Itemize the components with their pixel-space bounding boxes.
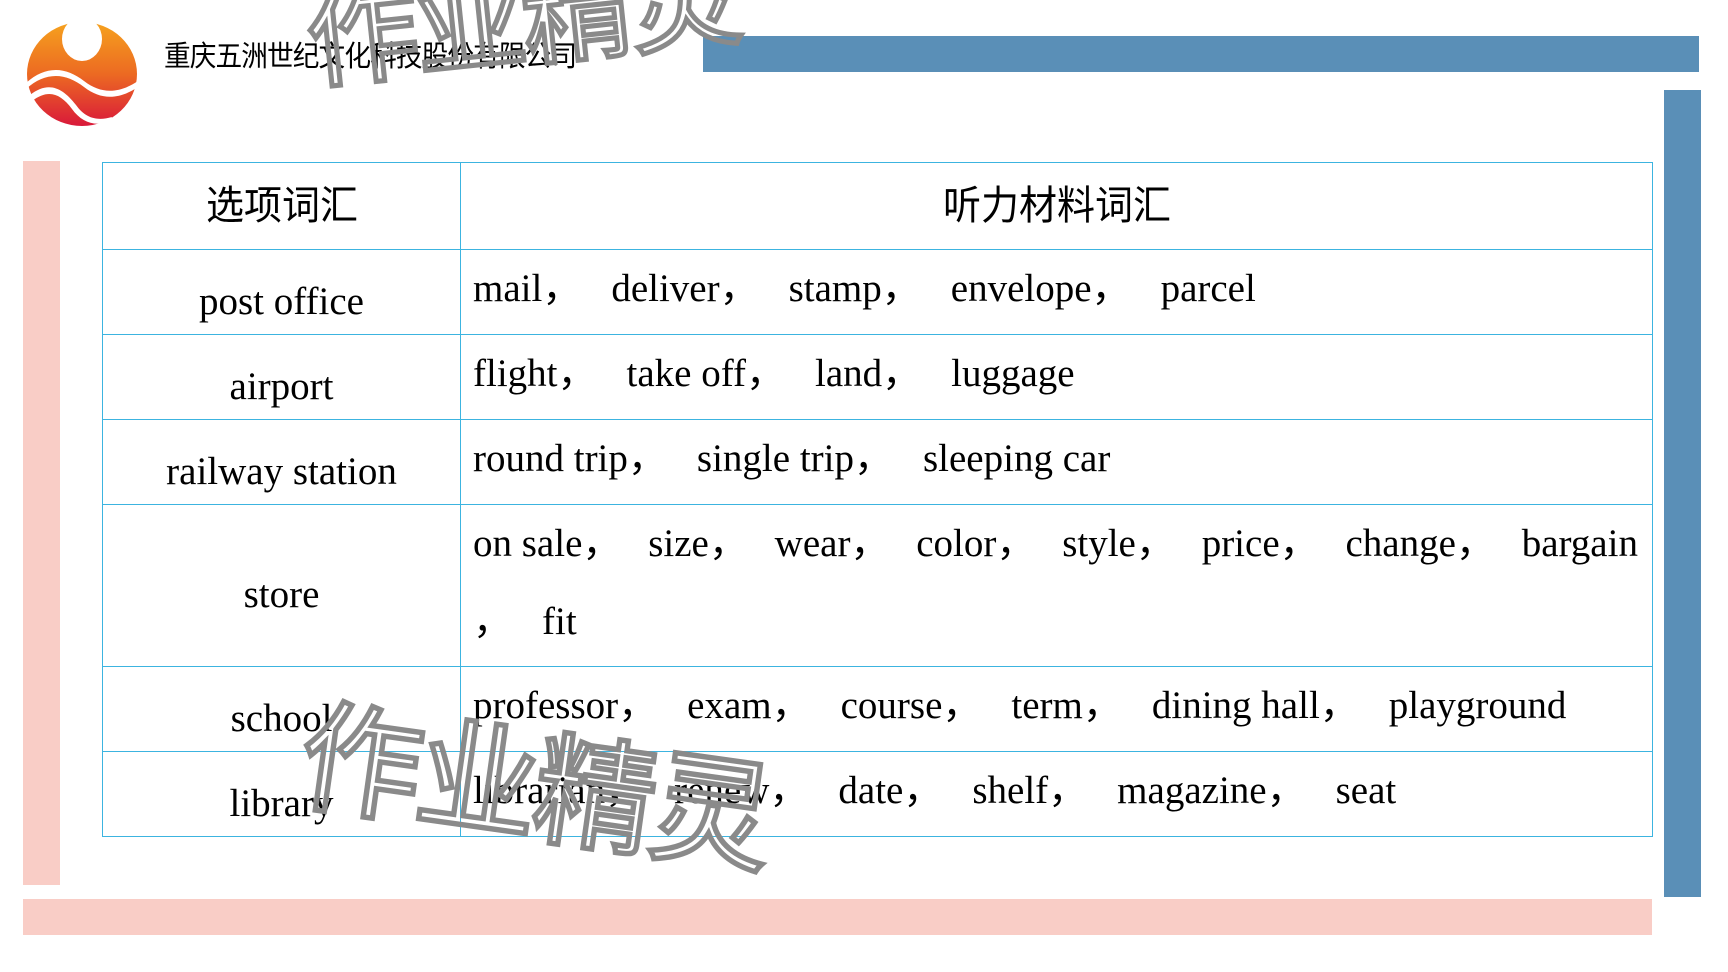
word: round trip，	[473, 437, 667, 480]
company-name: 重庆五洲世纪文化科技股份有限公司	[164, 39, 577, 73]
table-header-row: 选项词汇 听力材料词汇	[103, 162, 1653, 250]
option-cell: library	[102, 751, 461, 837]
word: parcel	[1160, 267, 1256, 310]
table-row: school professor， exam， course， term， dining…	[102, 666, 1653, 752]
option-cell: railway station	[102, 419, 461, 505]
table-row: library librarian， renew， date， shelf， magaz…	[102, 751, 1653, 837]
option-cell: school	[102, 666, 461, 752]
word: ，	[473, 600, 513, 643]
word: renew，	[674, 769, 809, 812]
word: course，	[840, 684, 982, 727]
table-row: railway station round trip， single trip， s…	[102, 419, 1653, 505]
word: stamp，	[788, 267, 921, 310]
word: style，	[1062, 522, 1175, 565]
word: change，	[1345, 522, 1495, 565]
decorative-bottom-bar	[23, 899, 1652, 935]
word: flight，	[473, 352, 597, 395]
word: playground	[1388, 684, 1567, 727]
words-cell: librarian， renew， date， shelf， magazine， seat	[460, 751, 1653, 837]
words-cell: flight， take off， land， luggage	[460, 334, 1653, 420]
word: shelf，	[972, 769, 1088, 812]
word-list: round trip， single trip， sleeping car	[473, 420, 1638, 498]
word: bargain	[1521, 522, 1638, 565]
word: term，	[1011, 684, 1122, 727]
word: deliver，	[611, 267, 759, 310]
word-list: mail， deliver， stamp， envelope， parcel	[473, 250, 1638, 328]
word: librarian，	[473, 769, 645, 812]
table-row: store on sale， size， wear， color， style，…	[102, 504, 1653, 667]
word: professor，	[473, 684, 658, 727]
word: on sale，	[473, 522, 622, 565]
word: seat	[1335, 769, 1397, 812]
words-cell: round trip， single trip， sleeping car	[460, 419, 1653, 505]
words-cell: professor， exam， course， term， dining hall， p…	[460, 666, 1653, 752]
header-option-words: 选项词汇	[110, 162, 453, 250]
option-cell: store	[102, 504, 461, 667]
store-words-line-2: ， fit	[473, 583, 1638, 661]
word: envelope，	[950, 267, 1131, 310]
decorative-left-bar	[23, 161, 60, 885]
word: take off，	[626, 352, 785, 395]
word: luggage	[951, 352, 1075, 395]
table-row: post office mail， deliver， stamp， envelope，…	[102, 249, 1653, 335]
store-words-line-1: on sale， size， wear， color， style， price…	[473, 505, 1638, 583]
word: wear，	[774, 522, 890, 565]
word: size，	[648, 522, 748, 565]
word: single trip，	[696, 437, 893, 480]
word-list: professor， exam， course， term， dining hall， p…	[473, 667, 1638, 745]
option-cell: airport	[102, 334, 461, 420]
decorative-right-bar	[1664, 90, 1701, 897]
decorative-top-bar	[703, 36, 1699, 72]
word: date，	[838, 769, 943, 812]
word: sleeping car	[922, 437, 1111, 480]
words-cell: on sale， size， wear， color， style， price…	[460, 504, 1653, 667]
word: dining hall，	[1151, 684, 1359, 727]
word: color，	[916, 522, 1036, 565]
word: land，	[814, 352, 922, 395]
word: mail，	[473, 267, 582, 310]
option-cell: post office	[102, 249, 461, 335]
word: exam，	[687, 684, 811, 727]
word-list: librarian， renew， date， shelf， magazine， seat	[473, 752, 1638, 830]
word-list: flight， take off， land， luggage	[473, 335, 1638, 413]
word: magazine，	[1117, 769, 1306, 812]
company-logo-icon	[26, 21, 138, 126]
word: price，	[1201, 522, 1319, 565]
vocabulary-table: 选项词汇 听力材料词汇 post office mail， deliver， sta…	[102, 162, 1653, 837]
table-row: airport flight， take off， land， luggage	[102, 334, 1653, 420]
header-listening-words: 听力材料词汇	[489, 162, 1624, 250]
words-cell: mail， deliver， stamp， envelope， parcel	[460, 249, 1653, 335]
word: fit	[542, 600, 577, 643]
